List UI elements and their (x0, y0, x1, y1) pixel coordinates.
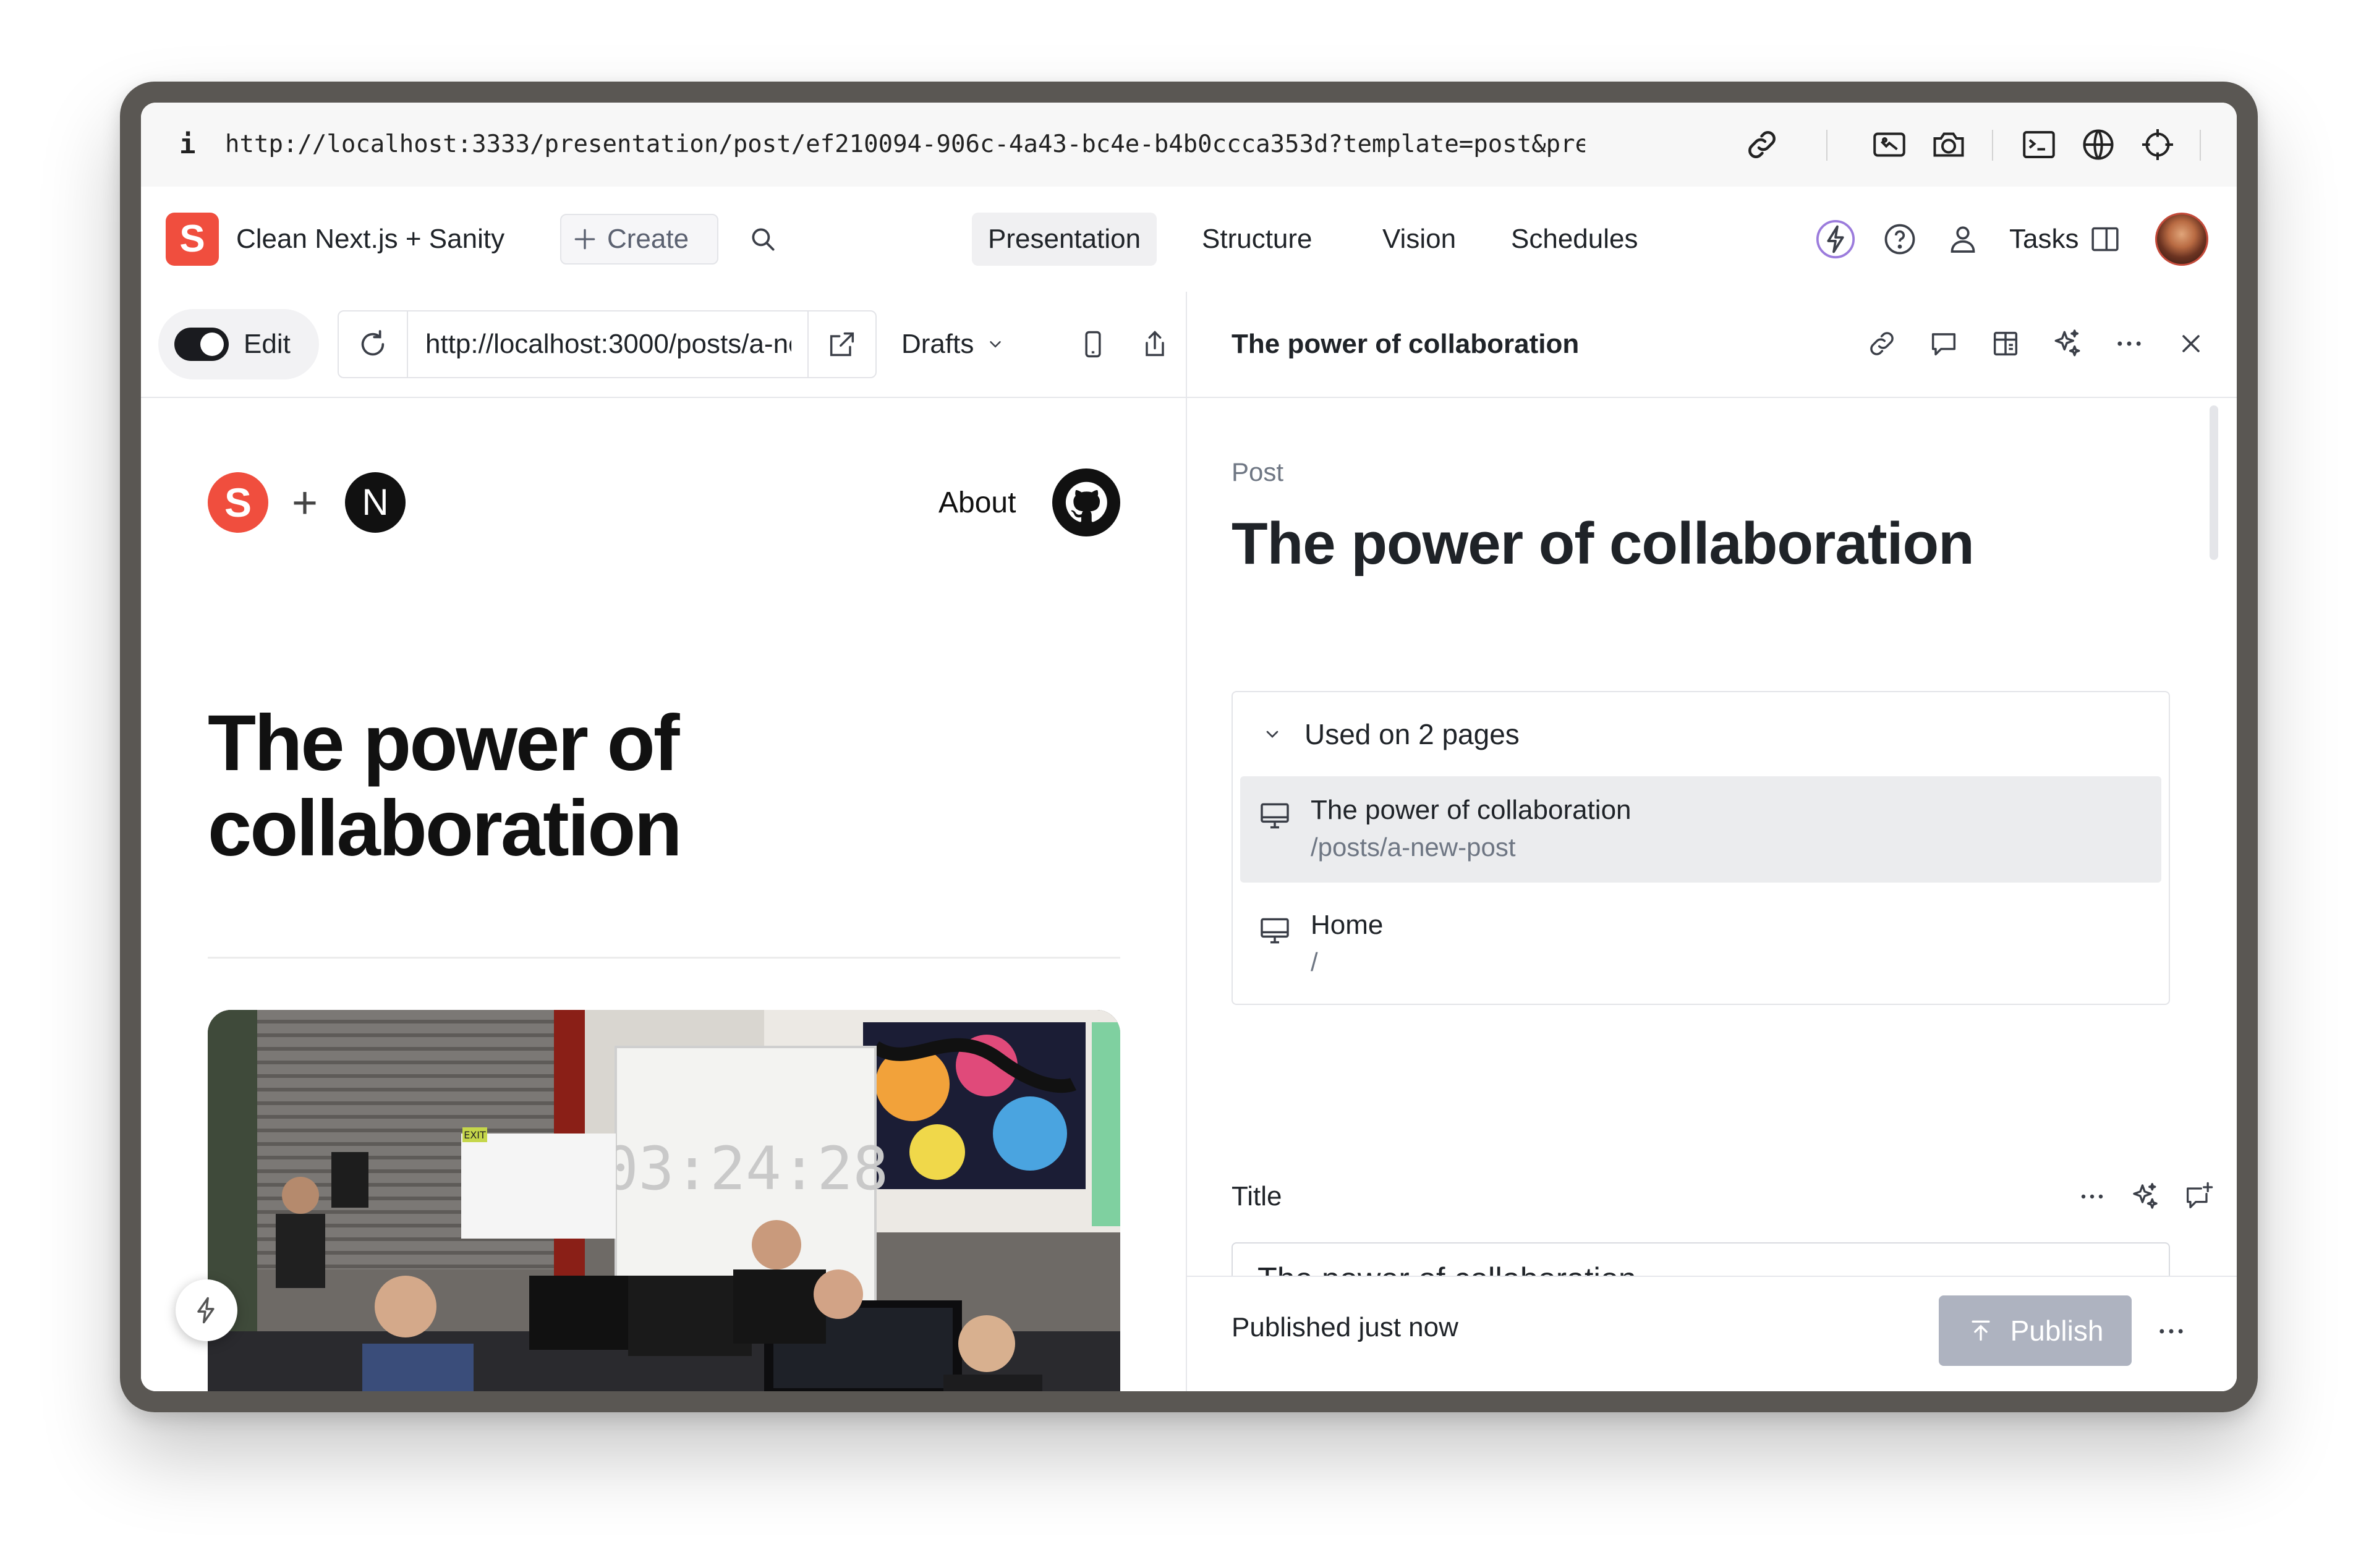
camera-icon[interactable] (1930, 126, 1967, 163)
close-icon[interactable] (2171, 324, 2211, 363)
link-icon[interactable] (1743, 126, 1781, 163)
publish-label: Publish (2010, 1315, 2104, 1347)
field-more-icon[interactable] (2072, 1177, 2112, 1216)
document-pane: The power of collaboration Post The powe… (1187, 292, 2237, 1391)
help-icon[interactable] (1878, 218, 1921, 261)
create-button[interactable]: Create (560, 214, 718, 265)
browser-window: i http://localhost:3333/presentation/pos… (141, 103, 2237, 1391)
publish-button[interactable]: Publish (1939, 1295, 2132, 1366)
field-ai-icon[interactable] (2125, 1177, 2165, 1216)
document-title: The power of collaboration (1232, 511, 1975, 577)
site-info-icon[interactable]: i (179, 127, 196, 162)
studio-navbar: S Clean Next.js + Sanity Create Presenta… (141, 187, 2237, 293)
page-row-title: The power of collaboration (1311, 795, 1632, 825)
page-row-path: /posts/a-new-post (1311, 833, 1516, 862)
title-input[interactable] (1232, 1242, 2170, 1276)
mobile-viewport-icon[interactable] (1074, 326, 1112, 363)
user-avatar[interactable] (2155, 213, 2208, 266)
site-preview: S + N About The power of collaboration 0… (141, 398, 1186, 1391)
tab-vision[interactable]: Vision (1366, 213, 1472, 266)
publish-icon (1967, 1317, 1994, 1344)
preview-url-group (338, 310, 877, 378)
document-actions-icon[interactable] (2151, 1312, 2191, 1351)
create-label: Create (607, 224, 689, 254)
extensions-icon[interactable] (2229, 126, 2237, 163)
used-on-pages-toggle[interactable]: Used on 2 pages (1233, 692, 2169, 776)
post-cover-image[interactable]: 03:24:28 EXIT (208, 1010, 1120, 1391)
document-pane-header: The power of collaboration (1187, 292, 2237, 398)
site-logo-plus: + (292, 478, 318, 528)
desktop-icon (1255, 911, 1295, 951)
desktop-icon (1255, 796, 1295, 836)
perspective-label: Drafts (901, 329, 974, 359)
image-exit-sign: EXIT (464, 1129, 486, 1141)
edit-switch[interactable] (174, 328, 229, 361)
site-post-title: The power of collaboration (208, 699, 683, 873)
preview-toolbar: Edit Drafts (141, 292, 1186, 398)
site-sanity-logo[interactable]: S (208, 472, 268, 533)
presence-users-icon[interactable] (1941, 218, 1985, 261)
scrollbar-thumb[interactable] (2210, 405, 2218, 560)
preview-url-input[interactable] (408, 311, 809, 377)
open-external-icon[interactable] (807, 311, 875, 377)
reload-icon[interactable] (339, 311, 408, 377)
crosshair-icon[interactable] (2139, 126, 2176, 163)
bolt-status-icon[interactable] (1814, 218, 1857, 261)
more-menu-icon[interactable] (2109, 324, 2149, 363)
panel-toggle-icon[interactable] (2083, 218, 2127, 261)
search-icon[interactable] (744, 221, 781, 258)
terminal-icon[interactable] (2020, 126, 2057, 163)
page-row-path: / (1311, 947, 1318, 977)
site-about-link[interactable]: About (938, 485, 1016, 522)
document-form: Post The power of collaboration Used on … (1187, 398, 2237, 1276)
edit-toggle[interactable]: Edit (158, 309, 319, 379)
address-field[interactable]: http://localhost:3333/presentation/post/… (225, 126, 1585, 163)
page-row-title: Home (1311, 910, 1384, 940)
share-icon[interactable] (1136, 326, 1173, 363)
tab-schedules[interactable]: Schedules (1495, 213, 1654, 266)
document-type-label: Post (1232, 457, 1284, 486)
publish-status: Published just now (1232, 1312, 1458, 1342)
perspective-dropdown[interactable]: Drafts (901, 316, 1005, 372)
page-row-home[interactable]: Home / (1240, 891, 2161, 998)
add-comment-icon[interactable] (2179, 1177, 2218, 1216)
chevron-down-icon (1262, 724, 1282, 744)
project-name[interactable]: Clean Next.js + Sanity (236, 219, 504, 260)
image-clock-text: 03:24:28 (603, 1134, 888, 1203)
tasks-button[interactable]: Tasks (2009, 219, 2078, 260)
site-divider (208, 957, 1120, 959)
screenshot-icon[interactable] (1871, 126, 1908, 163)
tab-structure[interactable]: Structure (1186, 213, 1329, 266)
document-footer: Published just now Publish (1187, 1276, 2237, 1391)
link-icon[interactable] (1862, 324, 1902, 363)
tab-presentation[interactable]: Presentation (972, 213, 1157, 266)
device-frame: i http://localhost:3333/presentation/pos… (120, 82, 2258, 1412)
studio-logo[interactable]: S (166, 213, 219, 266)
edit-label: Edit (244, 329, 291, 359)
browser-url-bar: i http://localhost:3333/presentation/pos… (141, 103, 2237, 188)
chevron-down-icon (986, 335, 1005, 354)
document-pane-title: The power of collaboration (1232, 329, 1580, 359)
split-pane-icon[interactable] (1986, 324, 2025, 363)
plus-icon (571, 226, 598, 253)
site-next-logo[interactable]: N (345, 472, 406, 533)
comment-icon[interactable] (1924, 324, 1963, 363)
visual-editing-toggle[interactable] (176, 1279, 237, 1341)
used-on-pages-label: Used on 2 pages (1304, 718, 1520, 750)
globe-icon[interactable] (2080, 126, 2117, 163)
page-row-post[interactable]: The power of collaboration /posts/a-new-… (1240, 776, 2161, 883)
github-icon[interactable] (1052, 468, 1120, 536)
ai-assist-icon[interactable] (2048, 324, 2087, 363)
used-on-pages-card: Used on 2 pages The power of collaborati… (1232, 691, 2170, 1005)
preview-pane: Edit Drafts (141, 292, 1187, 1391)
title-field-label: Title (1232, 1181, 1282, 1211)
